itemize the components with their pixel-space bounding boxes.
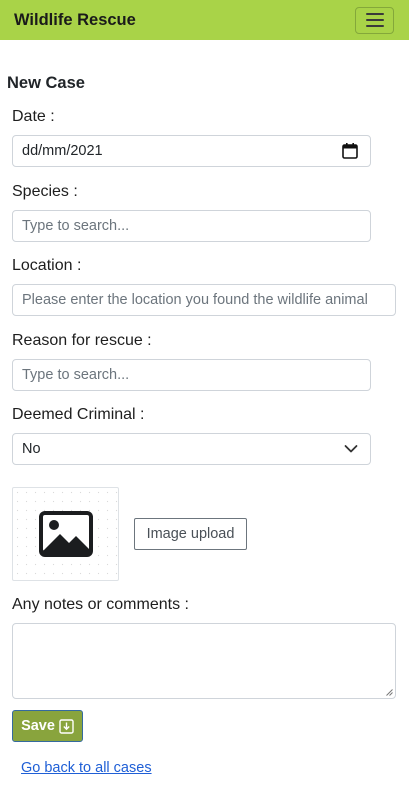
form-heading: New Case bbox=[7, 74, 85, 92]
save-download-icon bbox=[59, 718, 74, 734]
reason-placeholder: Type to search... bbox=[22, 367, 130, 383]
location-input[interactable]: Please enter the location you found the … bbox=[12, 284, 396, 316]
criminal-label: Deemed Criminal : bbox=[12, 406, 145, 423]
brand-title[interactable]: Wildlife Rescue bbox=[14, 11, 136, 30]
hamburger-menu-icon[interactable] bbox=[355, 6, 394, 34]
criminal-select[interactable]: No bbox=[12, 433, 371, 465]
reason-label: Reason for rescue : bbox=[12, 332, 152, 349]
reason-input[interactable]: Type to search... bbox=[12, 359, 371, 391]
date-input[interactable]: dd/mm/2021 bbox=[12, 135, 371, 167]
notes-textarea[interactable] bbox=[12, 623, 396, 699]
back-to-cases-link[interactable]: Go back to all cases bbox=[21, 760, 152, 776]
date-value: dd/mm/2021 bbox=[22, 143, 103, 159]
date-label: Date : bbox=[12, 108, 55, 125]
criminal-value: No bbox=[22, 441, 41, 457]
species-label: Species : bbox=[12, 183, 78, 200]
notes-label: Any notes or comments : bbox=[12, 596, 189, 613]
calendar-icon[interactable] bbox=[342, 143, 358, 160]
save-label: Save bbox=[21, 718, 55, 734]
location-label: Location : bbox=[12, 257, 82, 274]
resize-grip-icon[interactable] bbox=[386, 689, 393, 696]
image-placeholder-icon bbox=[38, 511, 93, 557]
image-preview bbox=[12, 487, 119, 581]
chevron-down-icon bbox=[344, 445, 358, 453]
navbar: Wildlife Rescue bbox=[0, 0, 409, 40]
species-placeholder: Type to search... bbox=[22, 218, 130, 234]
location-placeholder: Please enter the location you found the … bbox=[22, 292, 368, 308]
save-button[interactable]: Save bbox=[12, 710, 83, 742]
species-input[interactable]: Type to search... bbox=[12, 210, 371, 242]
image-upload-button[interactable]: Image upload bbox=[134, 518, 247, 550]
